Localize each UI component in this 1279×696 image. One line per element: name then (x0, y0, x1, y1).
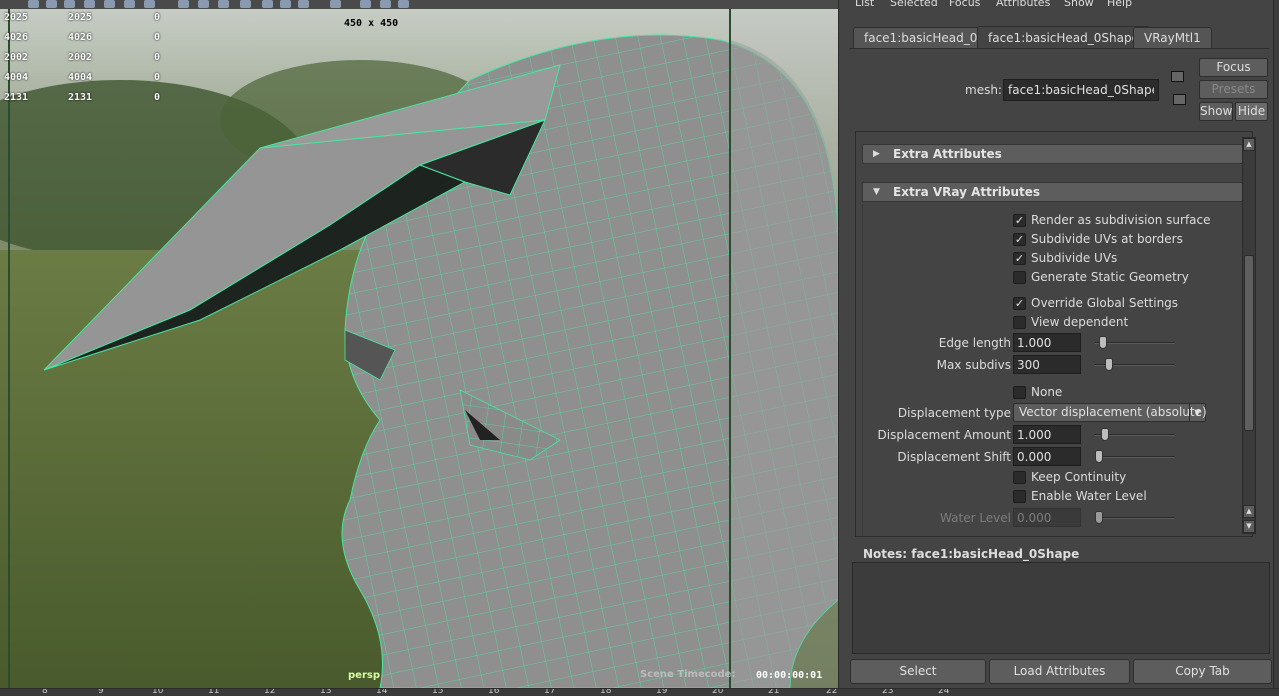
tab-vraymtl[interactable]: VRayMtl1 (1133, 27, 1212, 48)
viewport-perspective[interactable]: 2025 2025 0 4026 4026 0 2002 2002 0 4004 4004 0 … (0, 0, 838, 688)
slider-knob (1095, 511, 1103, 524)
water-level-field (1013, 508, 1081, 527)
vray-attributes-body: ✓ Render as subdivision surface ✓ Subdiv… (862, 204, 1244, 536)
dropdown-arrow-icon: ▼ (1189, 404, 1205, 421)
viewport-toolbar[interactable] (0, 0, 838, 9)
tab-basic-head[interactable]: face1:basicHead_0 (853, 27, 989, 48)
notes-label: Notes: face1:basicHead_0Shape (863, 547, 1080, 561)
copy-tab-button[interactable]: Copy Tab (1133, 659, 1272, 684)
attribute-editor: List Selected Focus Attributes Show Help… (838, 0, 1279, 688)
expanded-triangle-icon: ▼ (873, 187, 880, 197)
menu-list[interactable]: List (855, 0, 874, 9)
hide-button[interactable]: Hide (1235, 102, 1268, 121)
scroll-up-icon[interactable]: ▲ (1243, 138, 1255, 151)
resolution-gate-left (8, 9, 10, 688)
slider-knob[interactable] (1105, 358, 1113, 371)
resolution-gate-right (729, 9, 731, 688)
mesh-name-field[interactable] (1003, 79, 1159, 101)
override-global-checkbox[interactable]: ✓ (1013, 297, 1026, 310)
scroll-up-icon[interactable]: ▲ (1243, 505, 1255, 518)
water-level-row: Water Level (863, 508, 1244, 528)
displacement-shift-row: Displacement Shift (863, 447, 1244, 467)
menu-focus[interactable]: Focus (949, 0, 980, 9)
scroll-down-icon[interactable]: ▼ (1243, 520, 1255, 533)
edge-length-field[interactable] (1013, 333, 1081, 352)
menu-attributes[interactable]: Attributes (996, 0, 1050, 9)
displacement-type-row: Displacement type Vector displacement (a… (897, 403, 1207, 422)
keep-continuity-checkbox[interactable] (1013, 471, 1026, 484)
menu-selected[interactable]: Selected (890, 0, 938, 9)
scene-timecode-label: Scene Timecode: (640, 669, 736, 680)
enable-water-level-checkbox[interactable] (1013, 490, 1026, 503)
displacement-shift-slider[interactable] (1095, 450, 1175, 463)
displacement-shift-field[interactable] (1013, 447, 1081, 466)
displacement-amount-slider[interactable] (1095, 428, 1175, 441)
attribute-scroll-panel[interactable]: ▶ Extra Attributes ▼ Extra VRay Attribut… (855, 131, 1253, 537)
frame-extra-attributes[interactable]: ▶ Extra Attributes (862, 144, 1243, 164)
load-attributes-button[interactable]: Load Attributes (989, 659, 1130, 684)
focus-button[interactable]: Focus (1199, 58, 1268, 77)
slider-knob[interactable] (1095, 450, 1103, 463)
tab-divider (849, 48, 1269, 49)
edge-length-row: Edge length (863, 333, 1244, 353)
scene-render (0, 0, 838, 688)
menu-help[interactable]: Help (1107, 0, 1132, 9)
ae-menubar: List Selected Focus Attributes Show Help (839, 0, 1279, 12)
slider-knob[interactable] (1101, 428, 1109, 441)
subdivide-uvs-borders-checkbox[interactable]: ✓ (1013, 233, 1026, 246)
static-geometry-checkbox[interactable] (1013, 271, 1026, 284)
menu-show[interactable]: Show (1064, 0, 1094, 9)
collapsed-triangle-icon: ▶ (873, 149, 880, 159)
tab-basic-head-shape[interactable]: face1:basicHead_0Shape (977, 26, 1150, 48)
select-button[interactable]: Select (850, 659, 986, 684)
resolution-gate-label: 450 x 450 (344, 18, 399, 29)
displacement-amount-row: Displacement Amount (863, 425, 1244, 445)
show-button[interactable]: Show (1199, 102, 1233, 121)
scene-timecode: 00:00:00:01 (756, 670, 823, 681)
render-subdiv-checkbox[interactable]: ✓ (1013, 214, 1026, 227)
output-connection-icon[interactable] (1173, 94, 1186, 105)
window-edge (1273, 0, 1279, 688)
max-subdivs-row: Max subdivs (863, 355, 1244, 375)
none-checkbox[interactable] (1013, 386, 1026, 399)
max-subdivs-field[interactable] (1013, 355, 1081, 374)
camera-name: persp (348, 670, 380, 681)
displacement-type-dropdown[interactable]: Vector displacement (absolute) ▼ (1013, 403, 1207, 422)
mesh-label: mesh: (965, 83, 1002, 97)
subdivide-uvs-checkbox[interactable]: ✓ (1013, 252, 1026, 265)
displacement-amount-field[interactable] (1013, 425, 1081, 444)
view-dependent-checkbox[interactable] (1013, 316, 1026, 329)
time-slider[interactable]: 8 9 10 11 12 13 14 15 16 17 18 19 20 21 … (0, 688, 1279, 696)
water-level-slider (1095, 511, 1175, 524)
scroll-thumb[interactable] (1244, 255, 1254, 431)
presets-button[interactable]: Presets (1199, 80, 1268, 99)
edge-length-slider[interactable] (1095, 336, 1175, 349)
frame-extra-vray-attributes[interactable]: ▼ Extra VRay Attributes (862, 182, 1243, 202)
max-subdivs-slider[interactable] (1095, 358, 1175, 371)
input-connection-icon[interactable] (1171, 71, 1184, 82)
notes-textarea[interactable] (852, 562, 1270, 654)
slider-knob[interactable] (1099, 336, 1107, 349)
attribute-scrollbar[interactable]: ▲ ▲ ▼ (1242, 137, 1256, 534)
